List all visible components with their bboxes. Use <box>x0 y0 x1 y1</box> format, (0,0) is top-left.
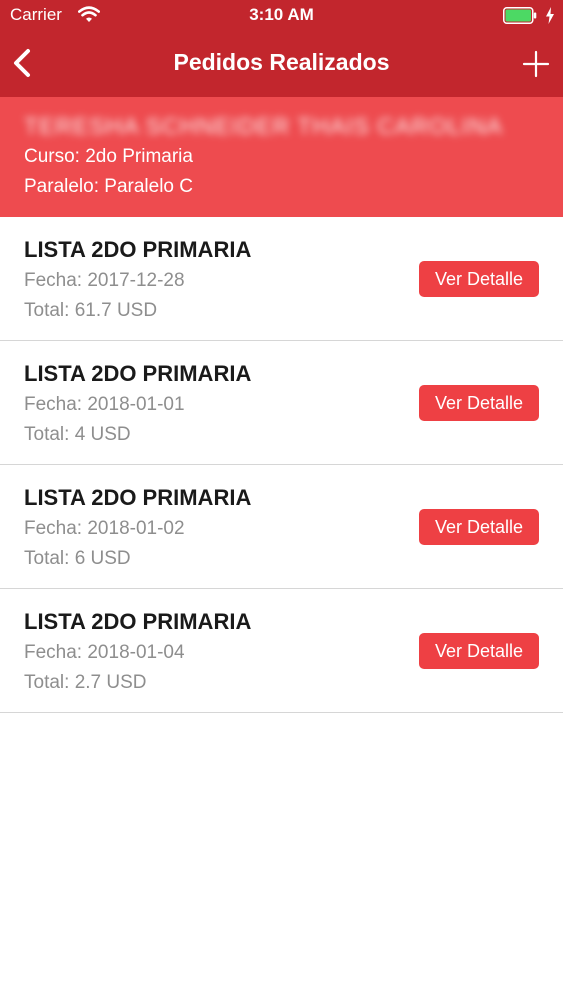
battery-icon <box>503 7 537 24</box>
order-total: Total: 4 USD <box>24 424 131 445</box>
student-info-panel: TERESHA SCHNEIDER THAIS CAROLINA Curso: … <box>0 97 563 217</box>
order-date: Fecha: 2018-01-02 <box>24 518 185 539</box>
student-course: Curso: 2do Primaria <box>24 146 193 167</box>
order-row: LISTA 2DO PRIMARIA Fecha: 2017-12-28 Tot… <box>0 217 563 341</box>
navigation-bar: Pedidos Realizados <box>0 32 563 97</box>
order-row: LISTA 2DO PRIMARIA Fecha: 2018-01-04 Tot… <box>0 589 563 713</box>
order-total: Total: 6 USD <box>24 548 131 569</box>
page-title: Pedidos Realizados <box>173 49 390 75</box>
order-row: LISTA 2DO PRIMARIA Fecha: 2018-01-02 Tot… <box>0 465 563 589</box>
view-detail-button[interactable]: Ver Detalle <box>419 261 539 297</box>
student-section: Paralelo: Paralelo C <box>24 176 193 197</box>
order-list: LISTA 2DO PRIMARIA Fecha: 2017-12-28 Tot… <box>0 217 563 713</box>
order-title: LISTA 2DO PRIMARIA <box>24 485 252 510</box>
order-total: Total: 2.7 USD <box>24 672 147 693</box>
view-detail-button[interactable]: Ver Detalle <box>419 385 539 421</box>
top-bar: Carrier 3:10 AM Pedidos Realizados <box>0 0 563 97</box>
order-date: Fecha: 2018-01-04 <box>24 642 185 663</box>
order-row: LISTA 2DO PRIMARIA Fecha: 2018-01-01 Tot… <box>0 341 563 465</box>
order-title: LISTA 2DO PRIMARIA <box>24 361 252 386</box>
status-bar: Carrier 3:10 AM <box>0 0 563 32</box>
status-time: 3:10 AM <box>249 5 314 24</box>
charging-bolt-icon <box>546 7 554 24</box>
view-detail-button[interactable]: Ver Detalle <box>419 509 539 545</box>
order-date: Fecha: 2018-01-01 <box>24 394 185 415</box>
plus-icon <box>522 50 550 78</box>
order-date: Fecha: 2017-12-28 <box>24 270 185 291</box>
order-title: LISTA 2DO PRIMARIA <box>24 609 252 634</box>
add-order-button[interactable] <box>518 46 554 82</box>
order-title: LISTA 2DO PRIMARIA <box>24 237 252 262</box>
order-total: Total: 61.7 USD <box>24 300 158 321</box>
student-name: TERESHA SCHNEIDER THAIS CAROLINA <box>24 113 503 139</box>
view-detail-button[interactable]: Ver Detalle <box>419 633 539 669</box>
